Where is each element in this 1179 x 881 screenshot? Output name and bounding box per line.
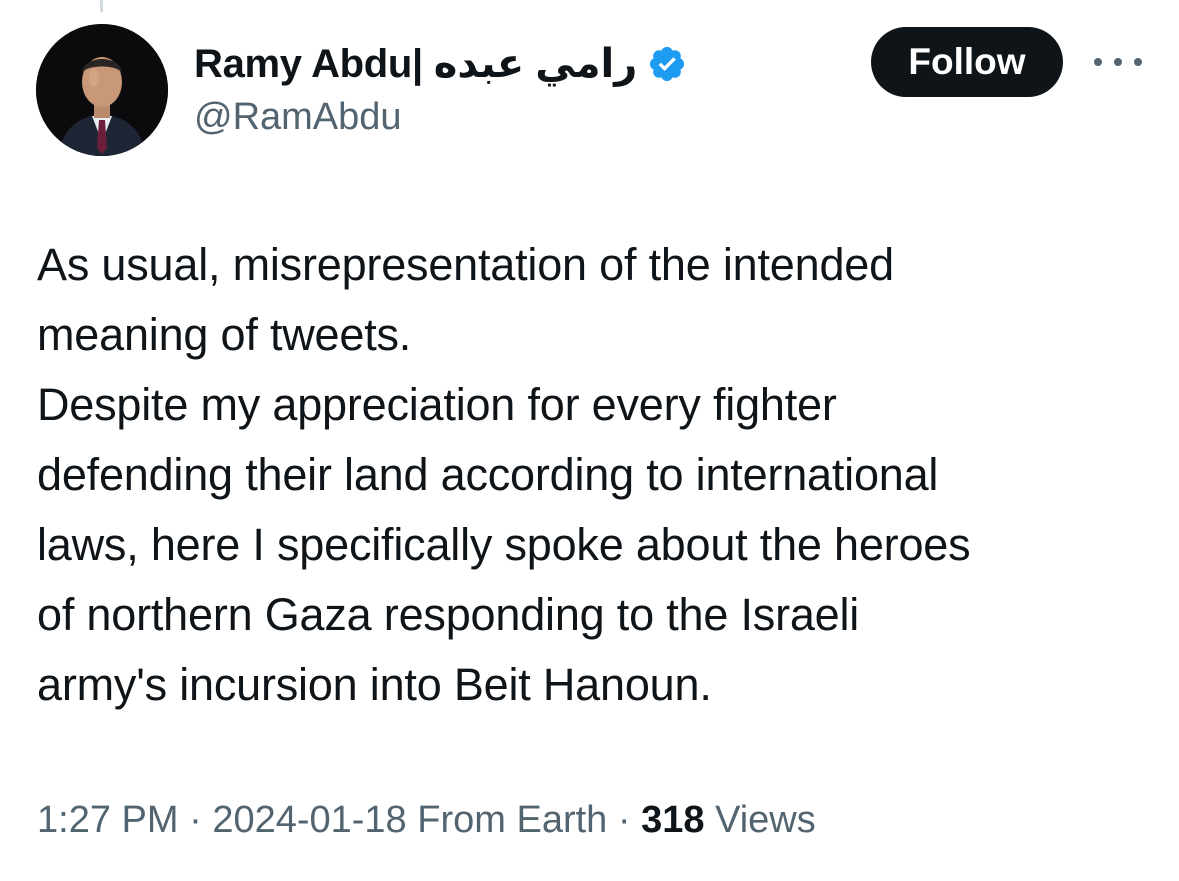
more-dot — [1114, 58, 1122, 66]
thread-connector-line — [100, 0, 103, 12]
author-name-row: Ramy Abdu| رامي عبده — [194, 38, 687, 90]
follow-button[interactable]: Follow — [871, 27, 1063, 97]
tweet-text-line: As usual, misrepresentation of the inten… — [37, 239, 894, 290]
tweet-text-line: laws, here I specifically spoke about th… — [37, 519, 971, 570]
more-dot — [1134, 58, 1142, 66]
tweet-text-line: defending their land according to intern… — [37, 449, 939, 500]
author-display-name[interactable]: Ramy Abdu| رامي عبده — [194, 38, 638, 90]
more-horizontal-icon[interactable] — [1094, 52, 1142, 72]
tweet-text-line: meaning of tweets. — [37, 309, 412, 360]
tweet-text-line: army's incursion into Beit Hanoun. — [37, 659, 712, 710]
avatar-photo — [36, 24, 168, 156]
views-count[interactable]: 318 — [641, 799, 704, 841]
meta-separator: · — [178, 799, 213, 841]
tweet-text-line: Despite my appreciation for every fighte… — [37, 379, 837, 430]
tweet-text: As usual, misrepresentation of the inten… — [37, 230, 1147, 720]
author-handle[interactable]: @RamAbdu — [194, 94, 687, 140]
tweet-text-line: of northern Gaza responding to the Israe… — [37, 589, 860, 640]
tweet-date[interactable]: 2024-01-18 — [212, 799, 406, 841]
verified-badge-icon[interactable] — [647, 44, 687, 84]
views-label: Views — [715, 799, 816, 841]
avatar[interactable] — [36, 24, 168, 156]
author-info: Ramy Abdu| رامي عبده @RamAbdu — [194, 38, 687, 140]
tweet-location: From Earth — [417, 799, 608, 841]
tweet-time[interactable]: 1:27 PM — [37, 799, 179, 841]
meta-separator: · — [607, 799, 642, 841]
more-dot — [1094, 58, 1102, 66]
tweet-meta: 1:27 PM · 2024-01-18 From Earth · 318 Vi… — [37, 795, 816, 845]
